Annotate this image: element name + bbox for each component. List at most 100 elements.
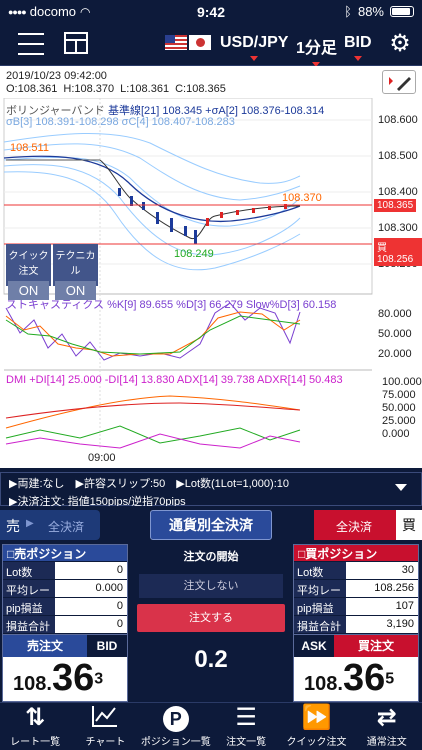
chart-datetime: 2019/10/23 09:42:00 [6, 70, 107, 82]
side-selector[interactable]: BID [344, 34, 372, 61]
spread-value: 0.2 [194, 646, 228, 673]
row-key: Lot数 [3, 562, 55, 579]
stoch-y: 80.000 [378, 308, 412, 320]
sell-order-head: 売注文 BID [3, 635, 127, 657]
stoch-y: 50.000 [378, 328, 412, 340]
trade-panel: 売 ▶ 全決済 通貨別全決済 全決済 買 □売ポジション Lot数0 平均レート… [0, 506, 422, 702]
sell-position-box: □売ポジション Lot数0 平均レート0.000 pip損益0 損益合計0 [2, 544, 128, 636]
draw-pen-icon[interactable] [382, 70, 416, 94]
table-row: pip損益 107 [294, 597, 418, 615]
order-controls: 注文の開始 注文しない 注文する 0.2 [133, 544, 289, 674]
stoch-y: 20.000 [378, 348, 412, 360]
row-value: 0 [55, 598, 127, 615]
nav-quick-order[interactable]: ⏩ クイック注文 [281, 703, 351, 750]
buy-close-label: 全決済 [336, 520, 373, 534]
bid-price-small: 3 [94, 670, 104, 688]
nav-label: 注文一覧 [226, 737, 267, 748]
table-row: 平均レート108.256 [294, 579, 418, 613]
menu-icon[interactable] [18, 33, 44, 55]
ohlc-open: O:108.361 [6, 83, 58, 95]
triangle-icon: ▶ [26, 518, 34, 529]
row-key: 平均レート [294, 580, 346, 613]
nav-label: レート一覧 [10, 737, 61, 748]
quick-order-state: ON [8, 281, 49, 300]
quick-order-toggle[interactable]: クイック注文 ON [6, 244, 51, 300]
dmi-y: 75.000 [382, 389, 416, 401]
position-p-icon: P [141, 703, 211, 733]
nav-order-list[interactable]: ☰ 注文一覧 [211, 703, 281, 750]
technical-toggle[interactable]: テクニカル ON [53, 244, 98, 300]
row-key: 損益合計 [3, 616, 55, 633]
dmi-y: 25.000 [382, 415, 416, 427]
app-header: USD/JPY 1分足 BID ⚙ [0, 24, 422, 67]
chart-area[interactable]: 2019/10/23 09:42:00 O:108.361 H:108.370 … [0, 66, 422, 468]
ask-label: ASK [294, 635, 334, 657]
nav-normal-order[interactable]: ⇄ 通常注文 [352, 703, 422, 750]
bid-price-main: 108. [13, 673, 52, 695]
timeframe-selector[interactable]: 1分足 [296, 34, 337, 67]
chevron-down-icon [250, 56, 259, 61]
dmi-y: 50.000 [382, 402, 416, 414]
technical-state: ON [55, 281, 96, 300]
bid-price: 108.363 [3, 657, 127, 700]
buy-close-tab[interactable]: 全決済 買 [314, 510, 422, 540]
low-mark: 108.249 [174, 248, 214, 260]
row-value: 107 [346, 598, 418, 615]
ask-price-main: 108. [304, 673, 343, 695]
currency-flags-icon[interactable] [165, 35, 211, 50]
buy-tab-label: 買 [396, 510, 422, 540]
sell-pos-title-text: 売ポジション [14, 547, 87, 561]
no-order-button[interactable]: 注文しない [139, 574, 283, 598]
bid-price-big: 36 [51, 657, 95, 699]
row-key: 損益合計 [294, 616, 346, 633]
nav-rate-list[interactable]: ⇅ レート一覧 [0, 703, 70, 750]
do-order-button[interactable]: 注文する [137, 604, 285, 632]
dmi-label: DMI +DI[14] 25.000 -DI[14] 13.830 ADX[14… [6, 374, 343, 386]
bluetooth-icon: ᛒ [344, 4, 352, 19]
timeframe-label: 1分足 [296, 40, 337, 57]
dmi-y: 0.000 [382, 428, 410, 440]
nav-label: クイック注文 [286, 737, 347, 748]
nav-position-list[interactable]: P ポジション一覧 [141, 703, 211, 750]
y-label: 108.300 [378, 222, 418, 234]
sell-order-label: 売注文 [3, 635, 87, 657]
row-value: 0.000 [55, 580, 127, 597]
y-label: 108.400 [378, 186, 418, 198]
battery-percent: 88% [357, 4, 384, 19]
y-label: 108.500 [378, 150, 418, 162]
pair-selector[interactable]: USD/JPY [220, 34, 288, 61]
bb-line2: σB[3] 108.391-108.298 σC[4] 108.407-108.… [6, 116, 235, 128]
sell-position-title: □売ポジション [3, 545, 127, 561]
all-close-button[interactable]: 通貨別全決済 [150, 510, 272, 540]
status-bar: ●●●● docomo ◠ 9:42 ᛒ 88% [0, 0, 422, 24]
order-settings-strip[interactable]: ▶両建:なし ▶許容スリップ:50 ▶Lot数(1Lot=1,000):10 ▶… [0, 472, 422, 508]
chart-ohlc: O:108.361 H:108.370 L:108.361 C:108.365 [6, 83, 226, 95]
row-key: 平均レート [3, 580, 55, 613]
table-row: Lot数 0 [3, 561, 127, 579]
chevron-down-icon[interactable] [395, 484, 407, 491]
sell-order-button[interactable]: 売注文 BID 108.363 [2, 634, 128, 702]
sell-close-tab[interactable]: 売 ▶ 全決済 [0, 510, 100, 540]
side-label: BID [344, 34, 372, 51]
nav-chart[interactable]: チャート [70, 703, 140, 750]
table-row: Lot数 30 [294, 561, 418, 579]
row-key: pip損益 [3, 598, 55, 615]
gear-icon[interactable]: ⚙ [388, 32, 412, 56]
jp-flag-icon [189, 35, 211, 50]
dmi-y: 100.000 [382, 376, 422, 388]
buy-position-box: □買ポジション Lot数30 平均レート108.256 pip損益107 損益合… [293, 544, 419, 636]
fast-forward-icon: ⏩ [301, 704, 332, 731]
ask-price-small: 5 [385, 670, 395, 688]
high-mark: 108.511 [10, 142, 49, 154]
row-value: 3,190 [346, 616, 418, 633]
y-label: 108.600 [378, 114, 418, 126]
row-value: 0 [55, 616, 127, 633]
swap-arrows-icon: ⇅ [25, 704, 46, 731]
ohlc-low: L:108.361 [120, 83, 170, 95]
buy-order-button[interactable]: ASK 買注文 108.365 [293, 634, 419, 702]
buy-order-head: ASK 買注文 [294, 635, 418, 657]
buy-position-title: □買ポジション [294, 545, 418, 561]
chevron-down-icon [353, 56, 362, 61]
layout-icon[interactable] [64, 32, 88, 54]
row-key: Lot数 [294, 562, 346, 579]
